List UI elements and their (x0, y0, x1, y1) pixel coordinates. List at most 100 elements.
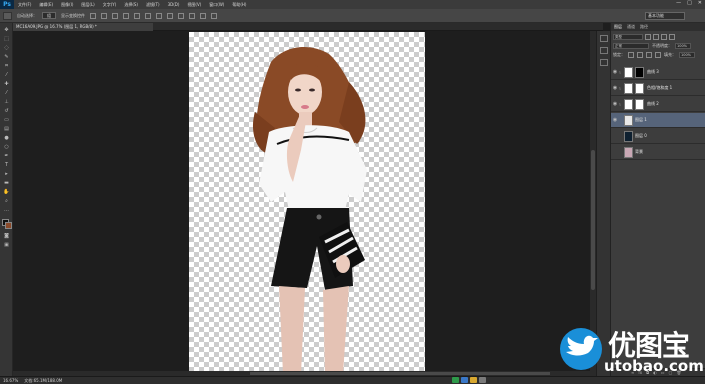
app-yellow-icon[interactable] (470, 377, 477, 383)
lock-pixels-icon[interactable] (637, 51, 643, 58)
tab-channels[interactable]: 通道 (627, 23, 635, 31)
align-top-icon[interactable] (90, 12, 96, 19)
menu-filter[interactable]: 滤镜(T) (142, 2, 164, 8)
menu-image[interactable]: 图像(I) (57, 2, 77, 8)
app-gray-icon[interactable] (479, 377, 486, 383)
menu-select[interactable]: 选择(S) (120, 2, 142, 8)
gradient-tool-icon[interactable]: ▤ (3, 126, 10, 132)
document-canvas[interactable] (189, 32, 425, 374)
lock-position-icon[interactable] (646, 51, 652, 58)
hand-tool-icon[interactable]: ✋ (3, 189, 10, 195)
move-tool-preset-icon[interactable] (3, 11, 12, 20)
visibility-eye-icon[interactable]: ◉ (611, 117, 619, 123)
properties-panel-icon[interactable] (600, 47, 608, 54)
zoom-level[interactable]: 16.67% (3, 378, 18, 383)
shape-tool-icon[interactable]: ▬ (3, 180, 10, 186)
path-select-tool-icon[interactable]: ▸ (3, 171, 10, 177)
zoom-tool-icon[interactable]: ⌕ (3, 198, 10, 204)
workspace-switcher[interactable]: 基本功能 (645, 12, 685, 20)
menu-layer[interactable]: 图层(L) (77, 2, 98, 8)
lock-all-icon[interactable] (655, 51, 661, 58)
distribute-vcenter-icon[interactable] (167, 12, 173, 19)
marquee-tool-icon[interactable]: ⬚ (3, 36, 10, 42)
layer-mask-thumbnail[interactable] (635, 82, 644, 94)
app-blue-icon[interactable] (461, 377, 468, 383)
quick-select-tool-icon[interactable]: ✎ (3, 54, 10, 60)
layer-name[interactable]: 曲线 3 (647, 69, 659, 75)
layer-kind-filter[interactable]: 类型 (613, 33, 643, 40)
distribute-bottom-icon[interactable] (178, 12, 184, 19)
visibility-eye-icon[interactable]: ◉ (611, 85, 619, 91)
blend-mode-select[interactable]: 正常 (613, 42, 649, 49)
show-transform-controls-label[interactable]: 显示变换控件 (61, 13, 85, 19)
brush-tool-icon[interactable]: ⁄ (3, 90, 10, 96)
pen-tool-icon[interactable]: ✒ (3, 153, 10, 159)
tab-paths[interactable]: 路径 (640, 23, 648, 31)
distribute-left-icon[interactable] (189, 12, 195, 19)
align-right-icon[interactable] (145, 12, 151, 19)
app-green-icon[interactable] (452, 377, 459, 383)
layer-name[interactable]: 背景 (635, 149, 643, 155)
document-info[interactable]: 文档:65.1M/188.0M (24, 378, 62, 384)
menu-window[interactable]: 窗口(W) (205, 2, 228, 8)
filter-type-icon[interactable] (661, 33, 667, 40)
adjustments-panel-icon[interactable] (600, 59, 608, 66)
auto-select-checkbox-label[interactable]: 自动选择： (17, 13, 37, 19)
visibility-eye-icon[interactable]: ◉ (611, 69, 619, 75)
screen-mode-icon[interactable]: ▣ (3, 242, 10, 248)
dodge-tool-icon[interactable]: ○ (3, 144, 10, 150)
layer-row[interactable]: 图层 0 (611, 129, 705, 144)
close-icon[interactable]: ✕ (698, 0, 702, 6)
type-tool-icon[interactable]: T (3, 162, 10, 168)
menu-3d[interactable]: 3D(D) (164, 2, 184, 7)
minimize-icon[interactable]: — (676, 0, 681, 6)
distribute-top-icon[interactable] (156, 12, 162, 19)
healing-brush-tool-icon[interactable]: ✚ (3, 81, 10, 87)
distribute-right-icon[interactable] (211, 12, 217, 19)
layer-name[interactable]: 图层 1 (635, 117, 647, 123)
layer-row[interactable]: 背景 (611, 145, 705, 160)
move-tool-icon[interactable]: ✥ (3, 27, 10, 33)
filter-shape-icon[interactable] (669, 33, 675, 40)
align-vcenter-icon[interactable] (101, 12, 107, 19)
layer-row-selected[interactable]: ◉ 图层 1 (611, 113, 705, 128)
fill-field[interactable]: 100% (679, 51, 695, 58)
menu-help[interactable]: 帮助(H) (228, 2, 250, 8)
quick-mask-icon[interactable]: ◙ (3, 233, 10, 239)
opacity-field[interactable]: 100% (675, 42, 691, 49)
layer-row[interactable]: ◉ ⌇ 曲线 3 (611, 65, 705, 80)
filter-adjustment-icon[interactable] (653, 33, 659, 40)
align-bottom-icon[interactable] (112, 12, 118, 19)
layer-name[interactable]: 图层 0 (635, 133, 647, 139)
history-panel-icon[interactable] (600, 35, 608, 42)
menu-type[interactable]: 文字(Y) (99, 2, 121, 8)
layer-row[interactable]: ◉ ⌇ 曲线 2 (611, 97, 705, 112)
align-left-icon[interactable] (123, 12, 129, 19)
vertical-scrollbar-thumb[interactable] (591, 150, 595, 290)
layer-name[interactable]: 曲线 2 (647, 101, 659, 107)
maximize-icon[interactable]: □ (687, 0, 692, 6)
clone-stamp-tool-icon[interactable]: ⊥ (3, 99, 10, 105)
background-color-swatch[interactable] (5, 222, 12, 229)
lasso-tool-icon[interactable]: ◌ (3, 45, 10, 51)
auto-select-dropdown[interactable]: 组 (42, 12, 56, 19)
filter-pixel-icon[interactable] (645, 33, 651, 40)
horizontal-scrollbar-thumb[interactable] (250, 372, 550, 375)
tab-layers[interactable]: 图层 (614, 23, 622, 31)
menu-file[interactable]: 文件(F) (14, 2, 35, 8)
blur-tool-icon[interactable]: ● (3, 135, 10, 141)
layer-mask-thumbnail[interactable] (635, 98, 644, 110)
visibility-eye-icon[interactable]: ◉ (611, 101, 619, 107)
align-hcenter-icon[interactable] (134, 12, 140, 19)
layer-row[interactable]: ◉ ⌇ 色相/饱和度 1 (611, 81, 705, 96)
distribute-hcenter-icon[interactable] (200, 12, 206, 19)
document-tab[interactable]: MC16A09.JPG @ 16.7% (图层 1, RGB/8) * (13, 23, 153, 31)
eraser-tool-icon[interactable]: ▭ (3, 117, 10, 123)
layer-name[interactable]: 色相/饱和度 1 (647, 85, 672, 91)
more-tools-icon[interactable]: … (3, 207, 10, 213)
eyedropper-tool-icon[interactable]: ⁄ (3, 72, 10, 78)
menu-edit[interactable]: 编辑(E) (35, 2, 57, 8)
history-brush-tool-icon[interactable]: ↺ (3, 108, 10, 114)
lock-transparency-icon[interactable] (628, 51, 634, 58)
crop-tool-icon[interactable]: ⌗ (3, 63, 10, 69)
